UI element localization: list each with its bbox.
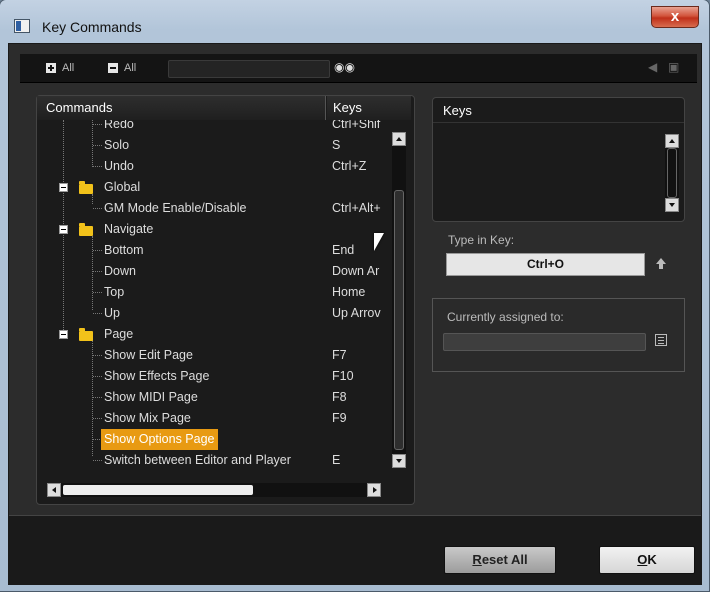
list-item[interactable]: Show Effects Page F10 <box>37 366 393 387</box>
scroll-up-icon[interactable] <box>392 132 406 146</box>
title-bar[interactable]: Key Commands x <box>0 0 709 40</box>
horizontal-scrollbar[interactable] <box>47 483 381 497</box>
list-item[interactable]: Redo Ctrl+Shif <box>37 120 393 135</box>
app-icon <box>14 19 30 33</box>
list-item-selected[interactable]: Show Options Page <box>37 429 393 450</box>
search-input[interactable] <box>168 60 330 78</box>
trash-icon[interactable]: ▣ <box>668 60 679 74</box>
tree-folder-page[interactable]: Page <box>37 324 393 345</box>
keys-panel: Keys <box>432 97 685 222</box>
list-item[interactable]: GM Mode Enable/Disable Ctrl+Alt+ <box>37 198 393 219</box>
ok-button[interactable]: OK <box>599 546 695 574</box>
list-item[interactable]: Switch between Editor and Player E <box>37 450 393 471</box>
collapse-icon[interactable] <box>59 330 68 339</box>
list-icon[interactable] <box>655 334 667 346</box>
list-item[interactable]: Undo Ctrl+Z <box>37 156 393 177</box>
commands-tree: Redo Ctrl+Shif Solo S Undo Ctrl+Z Global… <box>37 120 393 476</box>
toolbar: All All ◉◉ ◀ ▣ <box>20 54 697 83</box>
currently-assigned-field <box>443 333 646 351</box>
scroll-down-icon[interactable] <box>665 198 679 212</box>
currently-assigned-label: Currently assigned to: <box>447 310 564 324</box>
plus-icon <box>46 63 56 73</box>
list-item[interactable]: Bottom End <box>37 240 393 261</box>
assign-arrow-icon[interactable] <box>656 258 666 270</box>
binoculars-icon[interactable]: ◉◉ <box>334 60 355 74</box>
reset-all-button[interactable]: Reset All <box>444 546 556 574</box>
list-item[interactable]: Up Up Arrov <box>37 303 393 324</box>
collapse-all-button[interactable]: All <box>108 61 136 75</box>
keys-column-header[interactable]: Keys <box>327 96 411 120</box>
list-item[interactable]: Show Mix Page F9 <box>37 408 393 429</box>
collapse-icon[interactable] <box>59 225 68 234</box>
keys-scrollbar[interactable] <box>665 134 679 212</box>
scroll-up-icon[interactable] <box>665 134 679 148</box>
collapse-icon[interactable] <box>59 183 68 192</box>
scrollbar-thumb[interactable] <box>63 485 253 495</box>
commands-column-header[interactable]: Commands <box>37 96 326 120</box>
keys-panel-header: Keys <box>433 98 684 123</box>
minus-icon <box>108 63 118 73</box>
window-title: Key Commands <box>42 19 142 35</box>
list-item[interactable]: Down Down Ar <box>37 261 393 282</box>
currently-assigned-panel: Currently assigned to: <box>432 298 685 372</box>
list-item[interactable]: Top Home <box>37 282 393 303</box>
folder-icon <box>79 223 93 236</box>
dialog-footer <box>9 515 701 585</box>
folder-icon <box>79 181 93 194</box>
vertical-scrollbar[interactable] <box>392 132 406 468</box>
close-button[interactable]: x <box>651 6 699 28</box>
expand-all-label: All <box>62 62 75 74</box>
scroll-right-icon[interactable] <box>367 483 381 497</box>
folder-icon <box>79 328 93 341</box>
type-in-key-input[interactable]: Ctrl+O <box>446 253 645 276</box>
scrollbar-thumb[interactable] <box>394 190 404 450</box>
list-item[interactable]: Solo S <box>37 135 393 156</box>
commands-panel: Commands Keys Redo Ctrl+Shif Solo S Undo… <box>36 95 415 505</box>
back-arrow-icon[interactable]: ◀ <box>648 60 657 74</box>
scroll-left-icon[interactable] <box>47 483 61 497</box>
list-item[interactable]: Show MIDI Page F8 <box>37 387 393 408</box>
tree-folder-global[interactable]: Global <box>37 177 393 198</box>
collapse-all-label: All <box>124 62 137 74</box>
list-item[interactable]: Show Edit Page F7 <box>37 345 393 366</box>
tree-folder-navigate[interactable]: Navigate <box>37 219 393 240</box>
expand-all-button[interactable]: All <box>46 61 74 75</box>
scroll-down-icon[interactable] <box>392 454 406 468</box>
scrollbar-thumb[interactable] <box>667 148 677 198</box>
type-in-key-label: Type in Key: <box>448 233 515 247</box>
